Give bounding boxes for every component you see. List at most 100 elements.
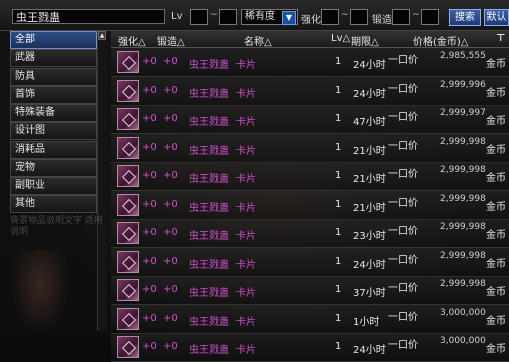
default-button[interactable]: 默认 xyxy=(484,9,509,26)
price-value: 2,999,998 xyxy=(440,222,486,232)
item-type: 卡片 xyxy=(236,60,256,71)
forge-value: +0 xyxy=(163,198,178,210)
category-item[interactable]: 武器 xyxy=(10,49,97,68)
category-item[interactable]: 消耗品 xyxy=(10,140,97,159)
table-row[interactable]: +0 +0 虫王戮蛊 卡片 1 24小时 一口价 2,985,555 金币 xyxy=(111,48,509,77)
range-separator: ~ xyxy=(341,10,349,20)
search-button[interactable]: 搜索 xyxy=(449,9,481,26)
item-name: 虫王戮蛊 xyxy=(189,345,229,356)
item-name: 虫王戮蛊 xyxy=(189,259,229,271)
enhance-value: +0 xyxy=(142,170,157,181)
card-item-icon[interactable] xyxy=(117,336,139,358)
item-type: 卡片 xyxy=(236,259,256,271)
card-item-icon[interactable] xyxy=(117,307,139,330)
col-enhance[interactable]: 强化△ xyxy=(118,33,146,48)
item-name: 虫王戮蛊 xyxy=(189,174,229,185)
card-item-icon[interactable] xyxy=(117,79,139,102)
level-value: 1 xyxy=(335,312,342,324)
enhance-value: +0 xyxy=(142,198,157,210)
category-item[interactable]: 副职业 xyxy=(10,177,97,195)
category-item[interactable]: 防具 xyxy=(10,67,97,86)
forge-value: +0 xyxy=(163,84,178,96)
price-value: 3,000,000 xyxy=(440,336,486,346)
currency-label: 金币 xyxy=(486,59,506,70)
currency-label: 金币 xyxy=(486,144,506,156)
forge-value: +0 xyxy=(163,56,178,67)
col-duration[interactable]: 期限△ xyxy=(351,33,379,48)
level-value: 1 xyxy=(335,141,342,153)
duration-value: 23小时 xyxy=(353,231,386,242)
table-row[interactable]: +0 +0 虫王戮蛊 卡片 1 24小时 一口价 2,999,996 金币 xyxy=(111,76,509,106)
enhance-value: +0 xyxy=(142,113,157,124)
col-level[interactable]: Lv△ xyxy=(331,33,350,44)
col-forge[interactable]: 锻造△ xyxy=(157,33,185,48)
category-item[interactable]: 宠物 xyxy=(10,158,97,177)
card-item-icon[interactable] xyxy=(117,136,139,159)
table-row[interactable]: +0 +0 虫王戮蛊 卡片 1 47小时 一口价 2,999,997 金币 xyxy=(111,105,509,134)
table-header: 强化△ 锻造△ 名称△ Lv△ 期限△ 价格(金币)△ ⊤ xyxy=(111,31,509,48)
category-item[interactable]: 全部 xyxy=(10,31,97,49)
col-name[interactable]: 名称△ xyxy=(244,33,272,48)
level-max-input[interactable] xyxy=(219,9,237,25)
item-type: 卡片 xyxy=(236,231,256,242)
table-row[interactable]: +0 +0 虫王戮蛊 卡片 1 21小时 一口价 2,999,998 金币 xyxy=(111,190,509,220)
forge-value: +0 xyxy=(163,341,178,352)
buyout-label: 一口价 xyxy=(388,197,418,209)
level-min-input[interactable] xyxy=(190,9,208,25)
card-item-icon[interactable] xyxy=(117,279,139,301)
level-value: 1 xyxy=(335,198,342,210)
scroll-up-icon[interactable]: ▲ xyxy=(98,31,106,40)
category-item[interactable]: 设计图 xyxy=(10,122,97,141)
item-name: 虫王戮蛊 xyxy=(189,202,229,214)
currency-label: 金币 xyxy=(486,344,506,355)
rarity-select[interactable]: 稀有度 ▼ xyxy=(241,9,298,25)
table-row[interactable]: +0 +0 虫王戮蛊 卡片 1 21小时 一口价 2,999,998 金币 xyxy=(111,133,509,163)
item-name: 虫王戮蛊 xyxy=(189,316,229,328)
buyout-label: 一口价 xyxy=(388,55,418,66)
enhance-min-input[interactable] xyxy=(321,9,339,25)
search-input[interactable]: 虫王戮蛊 xyxy=(12,9,165,24)
table-row[interactable]: +0 +0 虫王戮蛊 卡片 1 24小时 一口价 3,000,000 金币 xyxy=(111,333,509,362)
duration-value: 24小时 xyxy=(353,345,386,356)
category-scrollbar[interactable]: ▲ xyxy=(97,31,107,331)
table-row[interactable]: +0 +0 虫王戮蛊 卡片 1 21小时 一口价 2,999,998 金币 xyxy=(111,162,509,191)
forge-value: +0 xyxy=(163,113,178,124)
duration-value: 21小时 xyxy=(353,174,386,185)
card-item-icon[interactable] xyxy=(117,165,139,187)
item-name: 虫王戮蛊 xyxy=(189,60,229,71)
forge-value: +0 xyxy=(163,141,178,153)
category-item[interactable]: 首饰 xyxy=(10,85,97,104)
auction-window: 虫王戮蛊 Lv ~ 稀有度 ▼ 强化 ~ 锻造 ~ 搜索 默认 全部 武器 防具 首饰… xyxy=(0,0,509,362)
card-item-icon[interactable] xyxy=(117,51,139,73)
forge-min-input[interactable] xyxy=(392,9,410,25)
item-type: 卡片 xyxy=(236,145,256,157)
item-type: 卡片 xyxy=(236,88,256,100)
level-value: 1 xyxy=(335,227,342,238)
table-row[interactable]: +0 +0 虫王戮蛊 卡片 1 24小时 一口价 2,999,998 金币 xyxy=(111,247,509,277)
table-row[interactable]: +0 +0 虫王戮蛊 卡片 1 23小时 一口价 2,999,998 金币 xyxy=(111,219,509,248)
category-item[interactable]: 其他 xyxy=(10,195,97,214)
price-value: 2,985,555 xyxy=(440,51,486,61)
card-item-icon[interactable] xyxy=(117,193,139,216)
pin-icon[interactable]: ⊤ xyxy=(496,33,505,44)
card-item-icon[interactable] xyxy=(117,108,139,130)
card-item-icon[interactable] xyxy=(117,222,139,244)
chevron-down-icon[interactable]: ▼ xyxy=(282,11,296,25)
table-row[interactable]: +0 +0 虫王戮蛊 卡片 1 37小时 一口价 2,999,998 金币 xyxy=(111,276,509,305)
item-type: 卡片 xyxy=(236,202,256,214)
forge-label: 锻造 xyxy=(372,15,392,26)
duration-value: 21小时 xyxy=(353,202,386,214)
col-price[interactable]: 价格(金币)△ xyxy=(413,33,469,48)
level-value: 1 xyxy=(335,56,342,67)
forge-max-input[interactable] xyxy=(421,9,439,25)
level-value: 1 xyxy=(335,170,342,181)
table-row[interactable]: +0 +0 虫王戮蛊 卡片 1 1小时 一口价 3,000,000 金币 xyxy=(111,304,509,334)
card-item-icon[interactable] xyxy=(117,250,139,273)
forge-value: +0 xyxy=(163,170,178,181)
category-item[interactable]: 特殊装备 xyxy=(10,104,97,122)
enhance-max-input[interactable] xyxy=(350,9,368,25)
enhance-value: +0 xyxy=(142,341,157,352)
forge-value: +0 xyxy=(163,284,178,295)
buyout-label: 一口价 xyxy=(388,169,418,180)
duration-value: 37小时 xyxy=(353,288,386,299)
